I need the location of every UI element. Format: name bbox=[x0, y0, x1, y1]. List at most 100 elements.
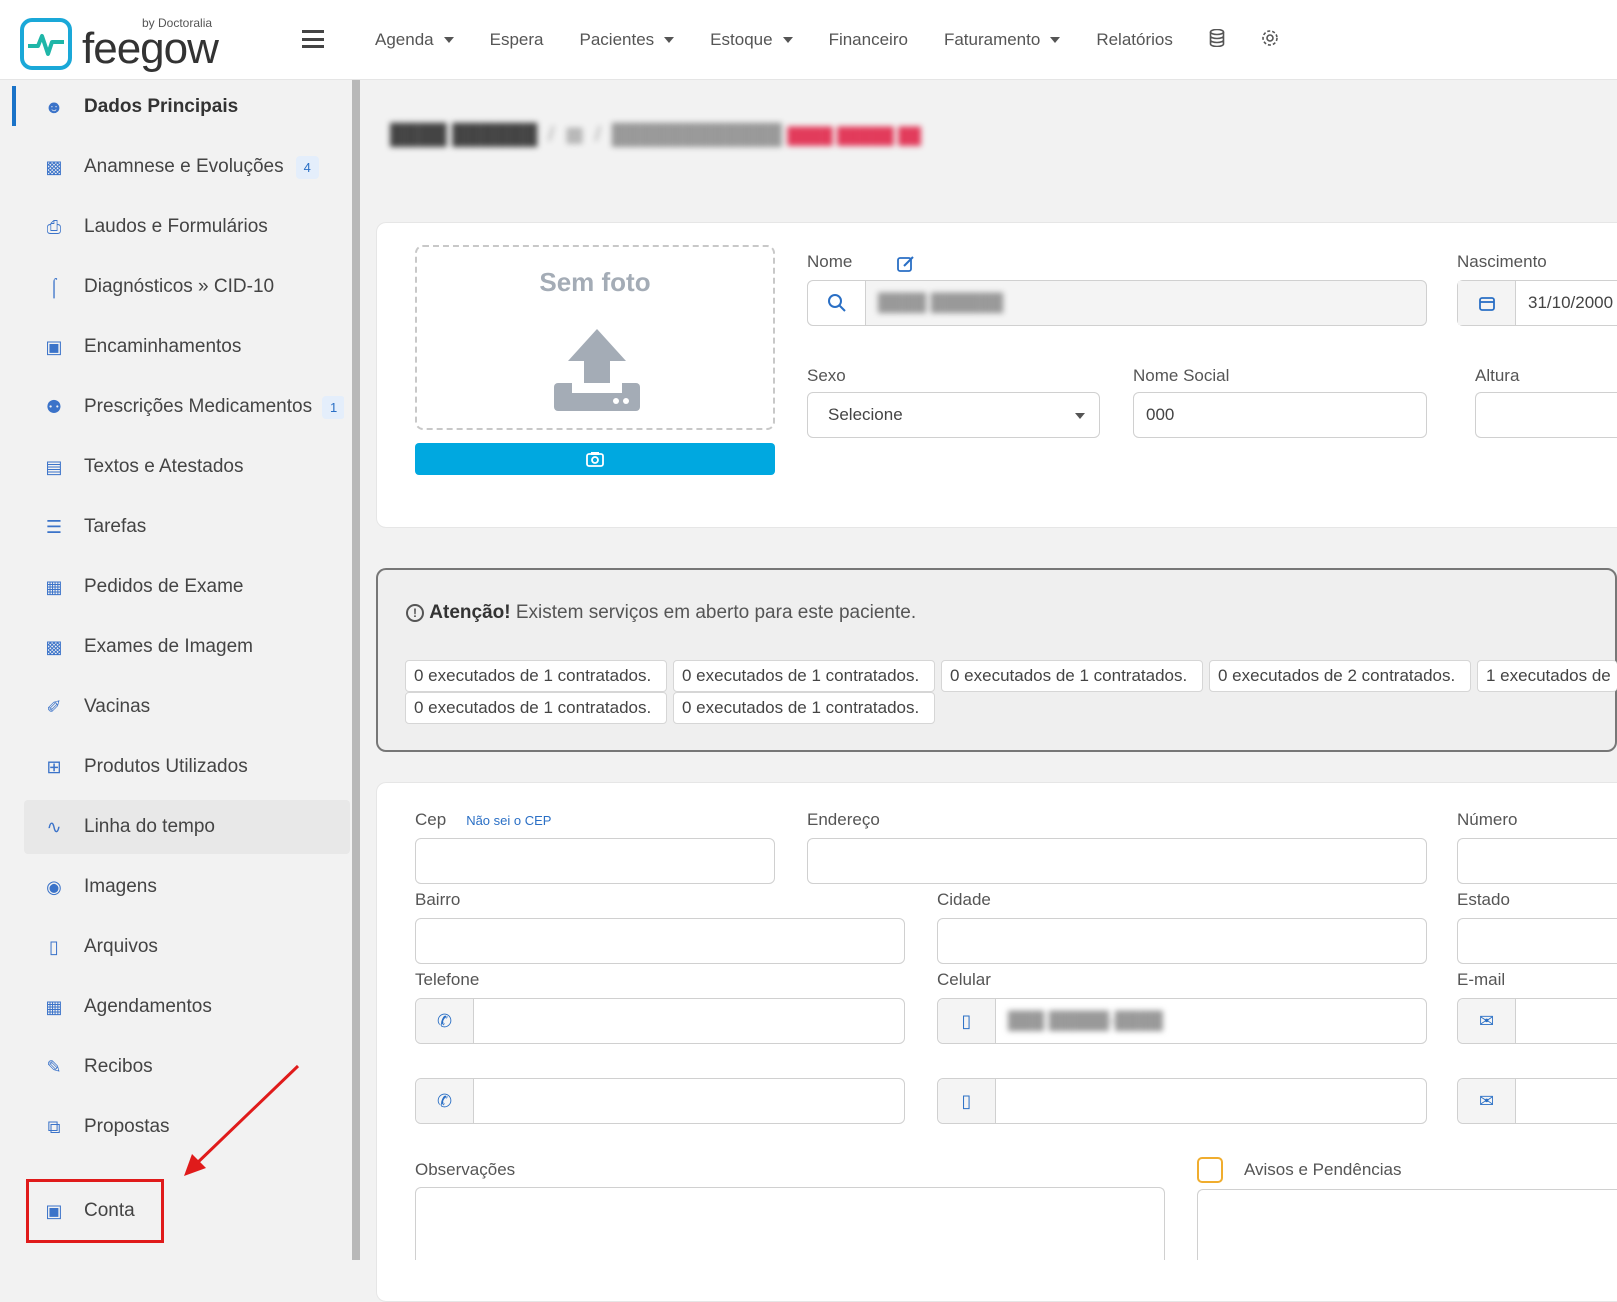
sidebar-item-linha-do-tempo[interactable]: ∿ Linha do tempo bbox=[24, 800, 350, 854]
sidebar-item-vacinas[interactable]: ✐ Vacinas bbox=[24, 680, 350, 734]
sexo-select[interactable]: Selecione bbox=[807, 392, 1100, 438]
bairro-field[interactable] bbox=[415, 918, 905, 964]
altura-label: Altura bbox=[1475, 366, 1520, 385]
edit-name-icon[interactable] bbox=[896, 254, 916, 274]
nav-label: Financeiro bbox=[828, 30, 908, 49]
nome-label: Nome bbox=[807, 252, 853, 271]
sidebar-item-pedidos-exame[interactable]: ▦ Pedidos de Exame bbox=[24, 560, 350, 614]
sidebar-item-label: Recibos bbox=[84, 1056, 153, 1077]
nav-financeiro[interactable]: Financeiro bbox=[829, 30, 908, 50]
chart-icon: ▩ bbox=[45, 156, 63, 177]
sidebar-item-label: Produtos Utilizados bbox=[84, 756, 248, 777]
nav-pacientes[interactable]: Pacientes bbox=[580, 30, 675, 50]
sidebar-item-textos[interactable]: ▤ Textos e Atestados bbox=[24, 440, 350, 494]
nav-estoque[interactable]: Estoque bbox=[710, 30, 793, 50]
estado-field[interactable] bbox=[1457, 918, 1617, 964]
nome-field[interactable]: ████ ██████ bbox=[807, 280, 1427, 326]
nav-label: Faturamento bbox=[943, 30, 1041, 49]
sidebar-item-anamnese[interactable]: ▩ Anamnese e Evoluções 4 bbox=[24, 140, 350, 194]
caret-down-icon bbox=[782, 37, 793, 43]
mail-icon: ✉ bbox=[1458, 1079, 1516, 1123]
sidebar-item-label: Agendamentos bbox=[84, 996, 212, 1017]
sidebar-item-produtos[interactable]: ⊞ Produtos Utilizados bbox=[24, 740, 350, 794]
celular-field[interactable]: ▯ ███ █████-████ bbox=[937, 998, 1427, 1044]
brand-name: feegow bbox=[82, 24, 219, 73]
menu-toggle-icon[interactable] bbox=[302, 30, 324, 48]
count-badge: 1 bbox=[322, 395, 344, 419]
nao-sei-cep-link[interactable]: Não sei o CEP bbox=[466, 813, 551, 828]
celular-label: Celular bbox=[937, 970, 991, 989]
service-chip[interactable]: 0 executados de 1 contratados. bbox=[673, 660, 935, 692]
service-chip[interactable]: 0 executados de 1 contratados. bbox=[673, 692, 935, 724]
mobile-icon: ▯ bbox=[938, 1079, 996, 1123]
nascimento-field[interactable]: 31/10/2000 bbox=[1457, 280, 1617, 326]
photo-placeholder-title: Sem foto bbox=[539, 267, 651, 297]
cep-field[interactable] bbox=[415, 838, 775, 884]
service-chip[interactable]: 1 executados de bbox=[1477, 660, 1617, 692]
nav-faturamento[interactable]: Faturamento bbox=[943, 30, 1061, 50]
nascimento-value: 31/10/2000 bbox=[1528, 293, 1614, 312]
sidebar-item-label: Encaminhamentos bbox=[84, 336, 242, 357]
observacoes-textarea[interactable] bbox=[415, 1187, 1165, 1260]
endereco-field[interactable] bbox=[807, 838, 1427, 884]
service-chip[interactable]: 0 executados de 2 contratados. bbox=[1209, 660, 1471, 692]
celular-2-field[interactable]: ▯ bbox=[937, 1078, 1427, 1124]
service-chip[interactable]: 0 executados de 1 contratados. bbox=[941, 660, 1203, 692]
edit-icon: ✎ bbox=[46, 1056, 62, 1077]
count-badge: 4 bbox=[295, 155, 319, 179]
medkit-icon: ⊞ bbox=[46, 756, 62, 777]
nav-agenda[interactable]: Agenda bbox=[375, 30, 454, 50]
sidebar-item-arquivos[interactable]: ▯ Arquivos bbox=[24, 920, 350, 974]
altura-field[interactable] bbox=[1475, 392, 1617, 438]
nome-social-field[interactable]: 000 bbox=[1133, 392, 1427, 438]
pills-icon: ⚉ bbox=[45, 396, 63, 417]
avisos-textarea[interactable] bbox=[1197, 1189, 1617, 1260]
sidebar-item-label: Pedidos de Exame bbox=[84, 576, 244, 597]
bairro-label: Bairro bbox=[415, 890, 461, 909]
telefone-2-field[interactable]: ✆ bbox=[415, 1078, 905, 1124]
email-label: E-mail bbox=[1457, 970, 1506, 989]
service-chip[interactable]: 0 executados de 1 contratados. bbox=[405, 660, 667, 692]
numero-field[interactable] bbox=[1457, 838, 1617, 884]
sidebar-item-laudos[interactable]: ⎙ Laudos e Formulários bbox=[24, 200, 350, 254]
celular-value-redacted: ███ █████-████ bbox=[1008, 1011, 1163, 1030]
sidebar-item-agendamentos[interactable]: ▦ Agendamentos bbox=[24, 980, 350, 1034]
database-icon[interactable] bbox=[1209, 28, 1225, 52]
email-2-field[interactable]: ✉ bbox=[1457, 1078, 1617, 1124]
chevron-down-icon bbox=[1075, 413, 1085, 419]
sidebar-item-label: Laudos e Formulários bbox=[84, 216, 268, 237]
sidebar-item-label: Exames de Imagem bbox=[84, 636, 253, 657]
email-field[interactable]: ✉ bbox=[1457, 998, 1617, 1044]
feegow-logo[interactable]: feegow by Doctoralia bbox=[20, 16, 220, 73]
avisos-checkbox[interactable] bbox=[1197, 1157, 1223, 1183]
brand-by: by Doctoralia bbox=[142, 16, 213, 30]
sidebar-item-label: Imagens bbox=[84, 876, 157, 897]
sidebar-item-label: Vacinas bbox=[84, 696, 151, 717]
user-icon: ☻ bbox=[44, 96, 64, 117]
nav-label: Relatórios bbox=[1096, 30, 1173, 49]
nav-espera[interactable]: Espera bbox=[490, 30, 544, 50]
sidebar-item-prescricoes[interactable]: ⚉ Prescrições Medicamentos 1 bbox=[24, 380, 344, 434]
document-icon: ▣ bbox=[45, 336, 63, 357]
telefone-field[interactable]: ✆ bbox=[415, 998, 905, 1044]
sidebar-item-imagens[interactable]: ◉ Imagens bbox=[24, 860, 350, 914]
numero-label: Número bbox=[1457, 810, 1518, 829]
sidebar-item-diagnosticos[interactable]: ⌠ Diagnósticos » CID-10 bbox=[24, 260, 350, 314]
sidebar-scrollbar[interactable] bbox=[352, 80, 360, 1260]
hospital-icon: ▦ bbox=[45, 576, 63, 597]
service-chip[interactable]: 0 executados de 1 contratados. bbox=[405, 692, 667, 724]
sexo-value: Selecione bbox=[828, 405, 903, 424]
sidebar-item-encaminhamentos[interactable]: ▣ Encaminhamentos bbox=[24, 320, 350, 374]
cidade-field[interactable] bbox=[937, 918, 1427, 964]
sidebar-item-dados-principais[interactable]: ☻ Dados Principais bbox=[24, 80, 350, 134]
mobile-icon: ▯ bbox=[938, 999, 996, 1043]
sidebar-item-tarefas[interactable]: ☰ Tarefas bbox=[24, 500, 350, 554]
gear-icon[interactable] bbox=[1261, 29, 1279, 52]
sidebar-item-exames-imagem[interactable]: ▩ Exames de Imagem bbox=[24, 620, 350, 674]
observacoes-label: Observações bbox=[415, 1160, 516, 1179]
annotation-highlight-box bbox=[26, 1179, 164, 1243]
sidebar-item-label: Tarefas bbox=[84, 516, 147, 537]
nav-relatorios[interactable]: Relatórios bbox=[1096, 30, 1173, 50]
camera-capture-button[interactable] bbox=[415, 443, 775, 475]
photo-dropzone[interactable]: Sem foto bbox=[415, 245, 775, 430]
